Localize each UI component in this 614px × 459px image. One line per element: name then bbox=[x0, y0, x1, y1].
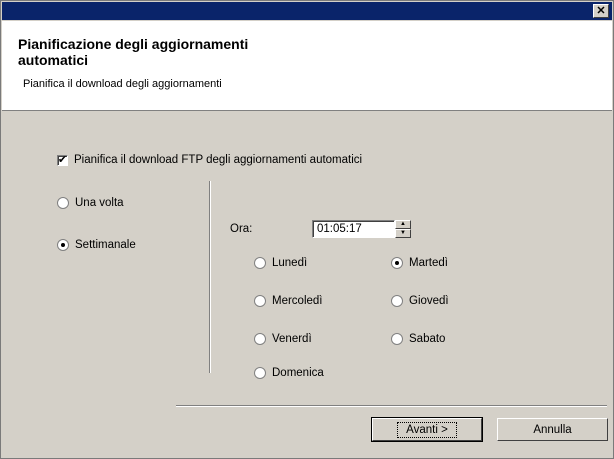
next-button-label: Avanti > bbox=[397, 421, 457, 438]
day-wednesday[interactable]: Mercoledì bbox=[254, 295, 323, 307]
day-wednesday-label: Mercoledì bbox=[272, 295, 323, 307]
wizard-window: ✕ Pianificazione degli aggiornamenti aut… bbox=[0, 0, 614, 459]
day-thursday-radio[interactable] bbox=[391, 295, 403, 307]
day-monday-radio[interactable] bbox=[254, 257, 266, 269]
cancel-button-label: Annulla bbox=[533, 423, 572, 436]
radio-once-button[interactable] bbox=[57, 197, 69, 209]
day-saturday-radio[interactable] bbox=[391, 333, 403, 345]
vertical-separator bbox=[209, 181, 211, 373]
day-sunday-radio[interactable] bbox=[254, 367, 266, 379]
close-icon: ✕ bbox=[596, 5, 606, 17]
day-thursday-label: Giovedì bbox=[409, 295, 449, 307]
day-friday-radio[interactable] bbox=[254, 333, 266, 345]
day-tuesday-radio[interactable] bbox=[391, 257, 403, 269]
cancel-button[interactable]: Annulla bbox=[497, 418, 608, 441]
day-wednesday-radio[interactable] bbox=[254, 295, 266, 307]
radio-once[interactable]: Una volta bbox=[57, 197, 124, 209]
radio-weekly[interactable]: Settimanale bbox=[57, 239, 136, 251]
wizard-header: Pianificazione degli aggiornamenti autom… bbox=[2, 21, 612, 111]
page-subtitle: Pianifica il download degli aggiornament… bbox=[23, 78, 222, 90]
radio-weekly-button[interactable] bbox=[57, 239, 69, 251]
day-tuesday[interactable]: Martedì bbox=[391, 257, 448, 269]
time-label: Ora: bbox=[230, 223, 253, 235]
enable-ftp-download-label: Pianifica il download FTP degli aggiorna… bbox=[74, 154, 363, 166]
page-title: Pianificazione degli aggiornamenti autom… bbox=[18, 36, 249, 68]
day-tuesday-label: Martedì bbox=[409, 257, 448, 269]
spin-down-button[interactable]: ▼ bbox=[395, 229, 411, 238]
day-saturday-label: Sabato bbox=[409, 333, 446, 345]
day-monday-label: Lunedì bbox=[272, 257, 308, 269]
close-button[interactable]: ✕ bbox=[593, 4, 609, 18]
time-spinner[interactable]: ▲ ▼ bbox=[395, 220, 411, 238]
day-sunday[interactable]: Domenica bbox=[254, 367, 324, 379]
bottom-separator bbox=[176, 405, 607, 407]
day-saturday[interactable]: Sabato bbox=[391, 333, 445, 345]
title-bar: ✕ bbox=[2, 2, 612, 20]
next-button[interactable]: Avanti > bbox=[371, 417, 483, 442]
day-friday-label: Venerdì bbox=[272, 333, 312, 345]
checkbox-box[interactable]: ✔ bbox=[57, 154, 68, 166]
radio-weekly-label: Settimanale bbox=[75, 239, 136, 251]
spin-up-button[interactable]: ▲ bbox=[395, 220, 411, 229]
day-sunday-label: Domenica bbox=[272, 367, 324, 379]
day-monday[interactable]: Lunedì bbox=[254, 257, 307, 269]
time-input[interactable]: 01:05:17 bbox=[312, 220, 395, 238]
day-friday[interactable]: Venerdì bbox=[254, 333, 312, 345]
day-thursday[interactable]: Giovedì bbox=[391, 295, 449, 307]
enable-ftp-download-checkbox[interactable]: ✔ Pianifica il download FTP degli aggior… bbox=[57, 154, 362, 166]
radio-once-label: Una volta bbox=[75, 197, 124, 209]
